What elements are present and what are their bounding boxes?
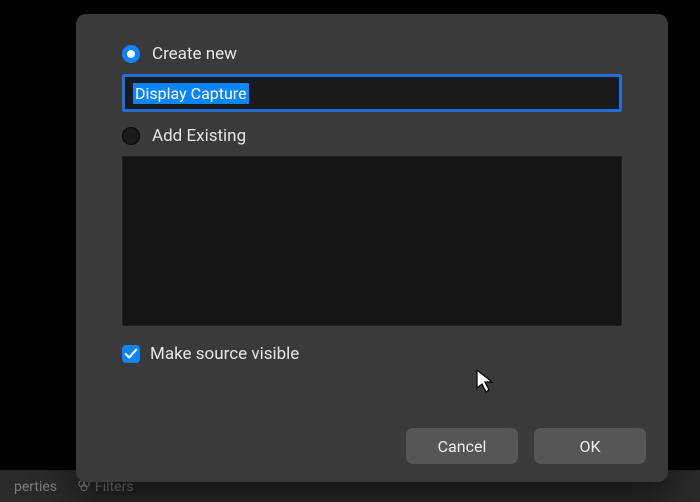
source-name-text: Display Capture bbox=[133, 83, 249, 104]
cancel-button[interactable]: Cancel bbox=[406, 428, 518, 464]
option-add-existing[interactable]: Add Existing bbox=[122, 126, 622, 146]
checkbox-make-visible[interactable] bbox=[122, 345, 140, 363]
ok-button[interactable]: OK bbox=[534, 428, 646, 464]
label-create-new: Create new bbox=[152, 44, 237, 64]
mouse-cursor-icon bbox=[476, 369, 496, 395]
radio-create-new[interactable] bbox=[122, 45, 140, 63]
dock-tab-properties: perties bbox=[4, 475, 67, 499]
radio-add-existing[interactable] bbox=[122, 127, 140, 145]
existing-sources-list[interactable] bbox=[122, 156, 622, 326]
create-source-dialog: Create new Display Capture Add Existing … bbox=[76, 14, 668, 482]
option-create-new[interactable]: Create new bbox=[122, 44, 622, 64]
source-name-input[interactable]: Display Capture bbox=[122, 74, 622, 112]
check-icon bbox=[124, 347, 138, 361]
label-add-existing: Add Existing bbox=[152, 126, 246, 146]
make-source-visible-row[interactable]: Make source visible bbox=[122, 344, 622, 364]
dialog-footer: Cancel OK bbox=[406, 428, 646, 464]
label-make-visible: Make source visible bbox=[150, 344, 299, 364]
